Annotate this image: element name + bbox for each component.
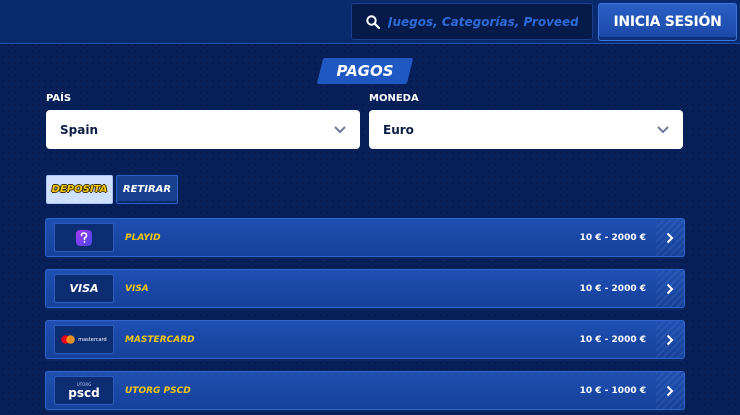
top-bar: INICIA SESIÓN [0,0,740,44]
visa-logo-text: VISA [69,282,99,295]
country-label: PAÍS [46,93,72,104]
visa-logo: VISA [54,274,114,303]
chevron-right-icon [656,372,684,409]
playid-icon [76,229,92,246]
chevron-down-icon [657,125,669,133]
currency-value: Euro [383,122,414,137]
method-range: 10 € - 2000 € [579,334,646,345]
page-title-badge: PAGOS [316,58,414,84]
search-input[interactable] [388,14,578,29]
currency-label: MONEDA [369,93,419,104]
chevron-down-icon [334,125,346,133]
method-range: 10 € - 2000 € [579,283,646,294]
chevron-right-icon [656,321,684,358]
page-title: PAGOS [336,62,394,80]
chevron-right-icon [656,270,684,307]
country-select[interactable]: Spain [46,110,360,149]
playid-logo [54,223,114,252]
method-name: PLAYID [125,232,161,243]
tab-withdraw[interactable]: RETIRAR [116,175,178,204]
mastercard-logo: mastercard [54,325,114,354]
currency-select[interactable]: Euro [369,110,683,149]
method-name: MASTERCARD [125,334,195,345]
method-range: 10 € - 1000 € [579,385,646,396]
payment-method-playid[interactable]: PLAYID 10 € - 2000 € [45,218,685,257]
method-name: UTORG PSCD [125,385,191,396]
login-button[interactable]: INICIA SESIÓN [598,3,737,41]
method-range: 10 € - 2000 € [579,232,646,243]
chevron-right-icon [656,219,684,256]
mastercard-logo-text: mastercard [78,336,107,343]
mastercard-icon [61,335,76,344]
payment-method-mastercard[interactable]: mastercard MASTERCARD 10 € - 2000 € [45,320,685,359]
payment-method-utorg-pscd[interactable]: UTORG pscd UTORG PSCD 10 € - 1000 € [45,371,685,410]
search-box[interactable] [351,3,593,40]
method-name: VISA [125,283,149,294]
payment-method-visa[interactable]: VISA VISA 10 € - 2000 € [45,269,685,308]
pscd-logo-text: pscd [68,385,100,400]
tab-deposit[interactable]: DEPOSITA [46,175,113,204]
country-value: Spain [60,122,98,137]
pscd-logo: UTORG pscd [54,376,114,405]
search-icon [366,14,380,29]
